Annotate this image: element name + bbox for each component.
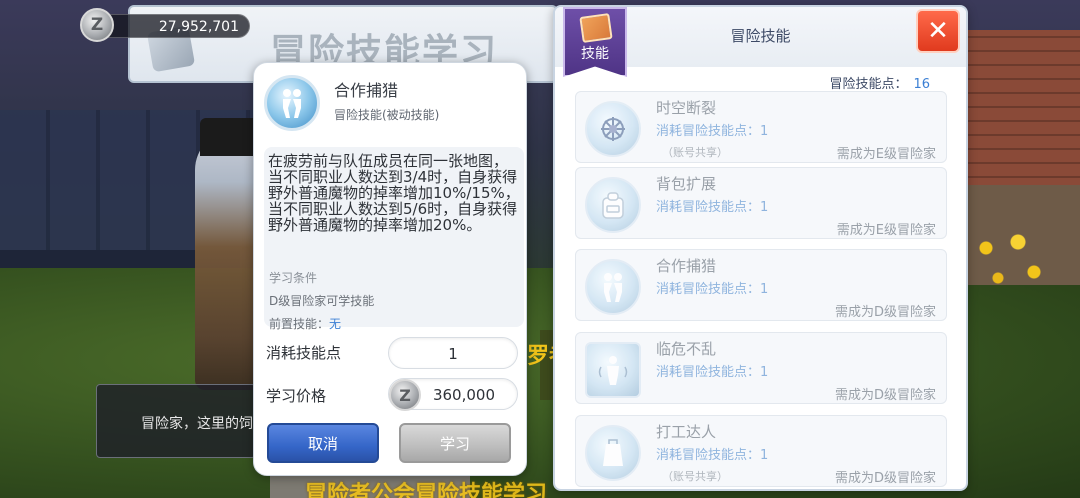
skill-name: 合作捕猎	[656, 257, 717, 275]
learn-price-label: 学习价格	[266, 387, 327, 405]
learn-condition-text: D级冒险家可学技能	[269, 294, 375, 308]
skill-cost: 消耗冒险技能点：1	[656, 200, 769, 215]
house-roof	[960, 30, 1080, 190]
skill-list-item[interactable]: 时空断裂 消耗冒险技能点：1 （账号共享） 需成为E级冒险家	[575, 91, 947, 163]
zeny-amount: 27,952,701	[158, 19, 239, 35]
skill-requirement: 需成为E级冒险家	[836, 223, 936, 238]
npc-dialog-text: 冒险家，这里的饲	[141, 416, 253, 432]
skill-description: 在疲劳前与队伍成员在同一张地图，当不同职业人数达到3/4时，自身获得野外普通魔物…	[268, 152, 520, 234]
skill-name: 时空断裂	[656, 99, 717, 117]
prerequisite-skill: 前置技能：无	[269, 315, 341, 332]
account-shared-tag: （账号共享）	[662, 470, 728, 483]
skill-info-box: 在疲劳前与队伍成员在同一张地图，当不同职业人数达到3/4时，自身获得野外普通魔物…	[264, 147, 524, 331]
zeny-coin-icon: Z	[389, 379, 421, 411]
skill-cost: 消耗冒险技能点：1	[656, 448, 769, 463]
skill-type: 冒险技能(被动技能)	[334, 108, 440, 122]
skill-tab-label: 技能	[581, 46, 609, 62]
skill-point-cost-value: 1	[448, 345, 458, 363]
background-banner-text: 冒险者公会冒险技能学习	[305, 482, 548, 498]
skill-cost: 消耗冒险技能点：1	[656, 124, 769, 139]
skill-point-cost-label: 消耗技能点	[266, 344, 342, 362]
skill-detail-popup: 合作捕猎 冒险技能(被动技能) 在疲劳前与队伍成员在同一张地图，当不同职业人数达…	[253, 62, 527, 476]
learn-condition-title: 学习条件	[269, 271, 318, 285]
cooperative-hunt-icon	[585, 259, 641, 315]
skill-requirement: 需成为D级冒险家	[834, 388, 936, 403]
zeny-coin-icon: Z	[80, 8, 114, 42]
skill-tab[interactable]: 技能	[563, 7, 627, 77]
skill-requirement: 需成为E级冒险家	[836, 147, 936, 162]
skill-name: 临危不乱	[656, 340, 717, 358]
skill-list-item[interactable]: 临危不乱 消耗冒险技能点：1 需成为D级冒险家	[575, 332, 947, 404]
skill-list-item[interactable]: 背包扩展 消耗冒险技能点：1 需成为E级冒险家	[575, 167, 947, 239]
skill-name: 背包扩展	[656, 175, 717, 193]
npc-dialog-box[interactable]: 冒险家，这里的饲	[96, 384, 256, 458]
calm-under-pressure-icon	[585, 342, 641, 398]
skill-points-label: 冒险技能点：	[829, 77, 908, 92]
cancel-button[interactable]: 取消	[267, 423, 379, 463]
adventure-skill-panel: 冒险技能 技能 ✕ 冒险技能点： 16 时空断裂 消耗冒险技能点：1 （账号共享）…	[553, 5, 968, 491]
zeny-currency-display: 27,952,701 Z	[80, 8, 252, 42]
skill-list-item[interactable]: 打工达人 消耗冒险技能点：1 （账号共享） 需成为D级冒险家	[575, 415, 947, 487]
backpack-icon	[585, 177, 641, 233]
prerequisite-label: 前置技能：	[269, 317, 330, 331]
player-hat	[200, 118, 260, 156]
prerequisite-value: 无	[329, 317, 342, 331]
account-shared-tag: （账号共享）	[662, 146, 728, 159]
yellow-flowers	[970, 230, 1050, 290]
time-rift-icon	[585, 101, 641, 157]
skill-requirement: 需成为D级冒险家	[834, 305, 936, 320]
adventure-skill-points: 冒险技能点： 16	[829, 73, 930, 92]
cooperative-hunt-icon	[264, 75, 320, 131]
skill-cost: 消耗冒险技能点：1	[656, 282, 769, 297]
skill-name: 合作捕猎	[334, 81, 399, 100]
learn-price-field: Z 360,000	[388, 378, 518, 411]
close-button[interactable]: ✕	[916, 9, 960, 53]
learn-button[interactable]: 学习	[399, 423, 511, 463]
currency-bar: 27,952,701	[98, 14, 250, 38]
skill-points-value: 16	[913, 77, 930, 92]
part-time-expert-icon	[585, 425, 641, 481]
skill-cost: 消耗冒险技能点：1	[656, 365, 769, 380]
learn-price-value: 360,000	[432, 386, 495, 404]
skill-book-icon	[579, 13, 613, 43]
skill-requirement: 需成为D级冒险家	[834, 471, 936, 486]
skill-name: 打工达人	[656, 423, 717, 441]
skill-list-item[interactable]: 合作捕猎 消耗冒险技能点：1 需成为D级冒险家	[575, 249, 947, 321]
skill-point-cost-field: 1	[388, 337, 518, 369]
